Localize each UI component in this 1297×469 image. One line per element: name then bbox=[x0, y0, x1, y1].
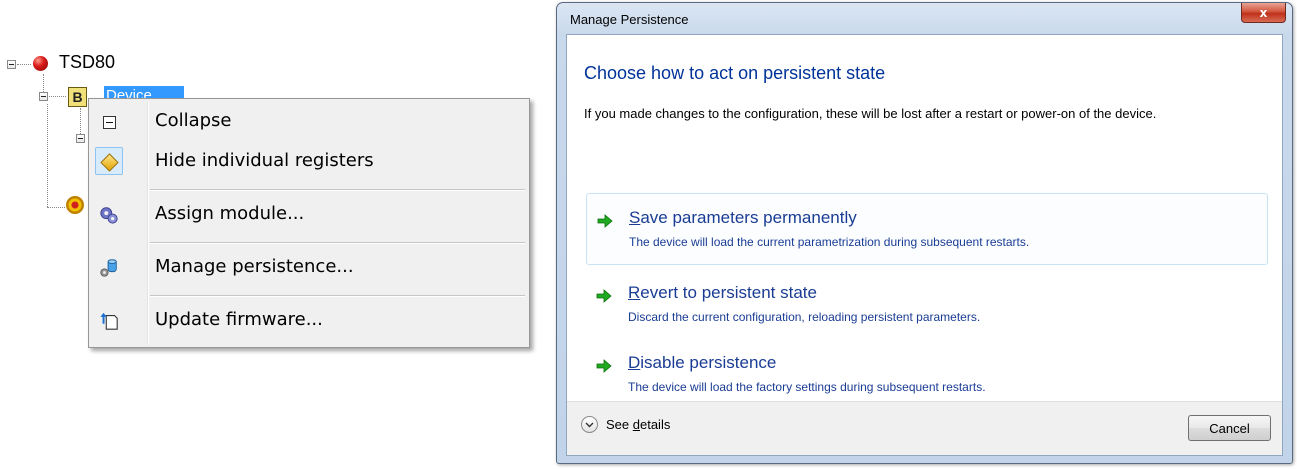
menu-separator bbox=[150, 189, 525, 191]
see-details-label: See details bbox=[606, 417, 671, 432]
command-title: Revert to persistent state bbox=[628, 283, 817, 302]
menu-separator bbox=[150, 242, 525, 244]
child-expander[interactable] bbox=[76, 134, 85, 143]
revert-to-persistent-command[interactable]: Revert to persistent state Discard the c… bbox=[586, 269, 1268, 341]
menu-item-label: Hide individual registers bbox=[155, 150, 374, 171]
root-expander[interactable] bbox=[7, 60, 16, 69]
manage-persistence-dialog: Manage Persistence x Choose how to act o… bbox=[556, 2, 1293, 464]
command-title: Save parameters permanently bbox=[629, 208, 857, 227]
menu-item-label: Assign module... bbox=[155, 203, 305, 224]
device-expander[interactable] bbox=[39, 92, 48, 101]
command-subtitle: Discard the current configuration, reloa… bbox=[628, 310, 981, 324]
dialog-footer: See details Cancel bbox=[567, 401, 1282, 455]
menu-separator bbox=[150, 295, 525, 297]
tree-connector bbox=[17, 64, 31, 65]
device-icon: B bbox=[68, 87, 87, 107]
dialog-content: Choose how to act on persistent state If… bbox=[566, 34, 1283, 456]
module-gear-icon[interactable] bbox=[66, 196, 84, 214]
database-gear-icon bbox=[99, 258, 119, 278]
dialog-description: If you made changes to the configuration… bbox=[584, 106, 1157, 121]
tree-connector bbox=[43, 74, 44, 92]
cancel-button[interactable]: Cancel bbox=[1188, 415, 1271, 441]
diamond-register-icon bbox=[99, 152, 119, 172]
green-arrow-icon bbox=[595, 288, 613, 304]
menu-item-label: Manage persistence... bbox=[155, 256, 354, 277]
gears-icon bbox=[99, 205, 119, 225]
save-permanently-command[interactable]: Save parameters permanently The device w… bbox=[586, 193, 1268, 265]
device-root-icon bbox=[33, 56, 48, 71]
command-title: Disable persistence bbox=[628, 353, 777, 372]
close-icon: x bbox=[1259, 5, 1268, 20]
green-arrow-icon bbox=[596, 213, 614, 229]
tree-connector bbox=[47, 104, 48, 207]
close-button[interactable]: x bbox=[1241, 3, 1286, 23]
see-details-toggle[interactable]: See details bbox=[581, 416, 670, 433]
menu-item-hide-registers[interactable]: Hide individual registers bbox=[91, 142, 527, 182]
menu-item-label: Update firmware... bbox=[155, 309, 323, 330]
menu-item-assign-module[interactable]: Assign module... bbox=[91, 195, 527, 235]
collapse-icon bbox=[99, 112, 119, 132]
tree-connector bbox=[49, 96, 66, 97]
menu-item-update-firmware[interactable]: Update firmware... bbox=[91, 301, 527, 341]
menu-item-manage-persistence[interactable]: Manage persistence... bbox=[91, 248, 527, 288]
command-subtitle: The device will load the current paramet… bbox=[629, 235, 1030, 249]
firmware-upload-icon bbox=[99, 311, 119, 331]
tree-connector bbox=[80, 108, 81, 134]
tree-connector bbox=[47, 207, 65, 208]
dialog-heading: Choose how to act on persistent state bbox=[584, 63, 886, 83]
context-menu: Collapse Hide individual registers Assig… bbox=[88, 98, 530, 348]
green-arrow-icon bbox=[595, 358, 613, 374]
dialog-title: Manage Persistence bbox=[570, 12, 689, 27]
command-subtitle: The device will load the factory setting… bbox=[628, 380, 986, 394]
menu-item-collapse[interactable]: Collapse bbox=[91, 102, 527, 142]
root-node-label[interactable]: TSD80 bbox=[59, 52, 115, 73]
chevron-down-icon bbox=[581, 416, 598, 433]
menu-item-label: Collapse bbox=[155, 110, 232, 131]
